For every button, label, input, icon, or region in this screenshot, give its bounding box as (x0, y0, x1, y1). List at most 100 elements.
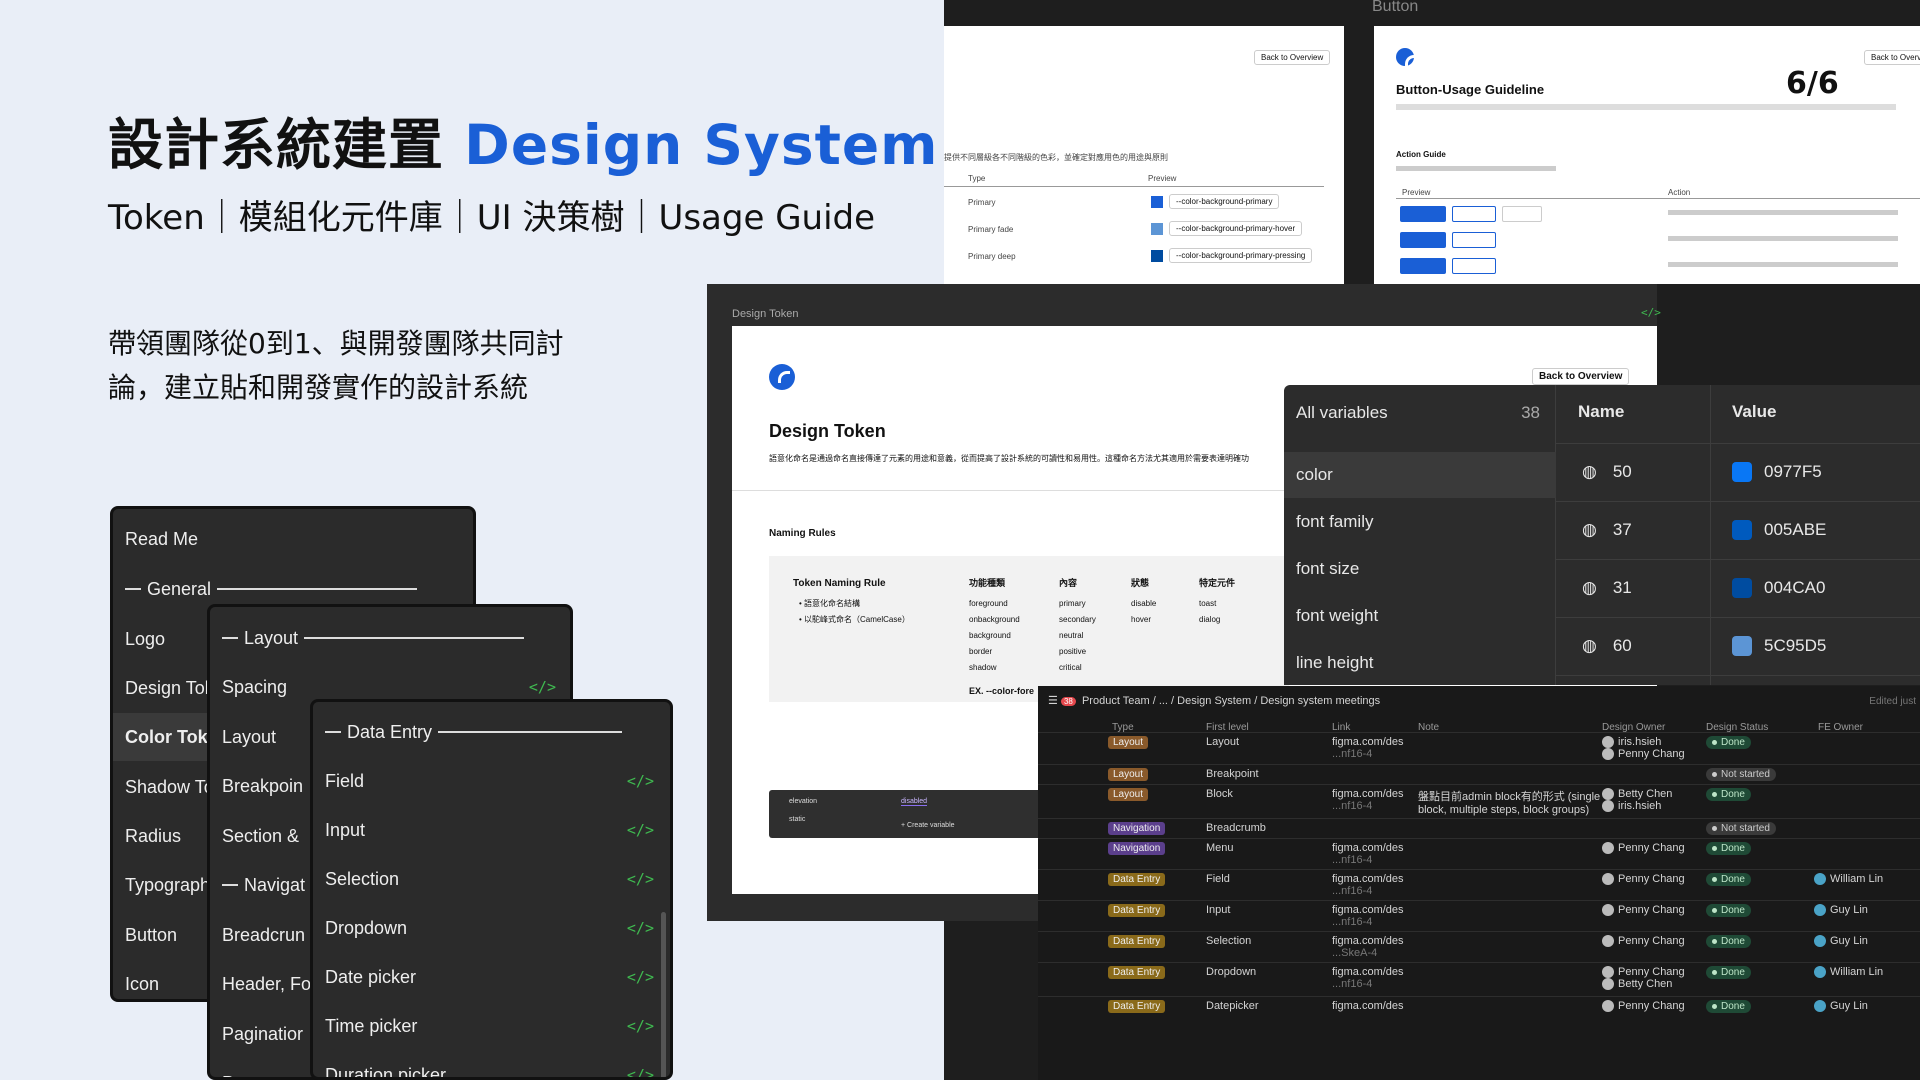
link-cell[interactable]: figma.com/des (1332, 1000, 1404, 1012)
design-status-cell[interactable]: Not started (1706, 822, 1776, 835)
variable-value-row[interactable]: 004CA0 (1710, 565, 1920, 611)
link-cell[interactable]: figma.com/des ...nf16-4 (1332, 904, 1404, 928)
variable-name-row[interactable]: ◍ 37 (1556, 507, 1710, 553)
first-level-cell[interactable]: Input (1206, 904, 1230, 916)
all-variables-row[interactable]: All variables 38 (1284, 385, 1556, 441)
design-owner-cell[interactable]: Penny Chang (1602, 1000, 1685, 1013)
sidebar-item-input[interactable]: Input </> (313, 806, 670, 854)
variable-name-row[interactable]: ◍ 60 (1556, 623, 1710, 669)
table-row[interactable]: Data Entry Field figma.com/des ...nf16-4 Pen… (1038, 869, 1920, 900)
table-row[interactable]: Data Entry Selection figma.com/des ...SkeA-… (1038, 931, 1920, 962)
variable-name-row[interactable]: ◍ 31 (1556, 565, 1710, 611)
table-row[interactable]: Data Entry Dropdown figma.com/des ...nf16-4… (1038, 962, 1920, 996)
table-row[interactable]: Layout Layout figma.com/des ...nf16-4 iris.h… (1038, 732, 1920, 764)
first-level-cell[interactable]: Selection (1206, 935, 1251, 947)
fe-owner-cell[interactable]: William Lin (1814, 966, 1883, 979)
design-owner-cell[interactable]: Penny Chang (1602, 904, 1685, 917)
menu-icon[interactable]: ☰ (1048, 695, 1058, 707)
type-cell[interactable]: Data Entry (1108, 966, 1166, 979)
variable-value-row[interactable]: 5C95D5 (1710, 623, 1920, 669)
link-text[interactable]: figma.com/des (1332, 1000, 1404, 1012)
link-text[interactable]: figma.com/des (1332, 736, 1404, 748)
link-text[interactable]: figma.com/des (1332, 873, 1404, 885)
note-cell[interactable]: 盤點目前admin block有的形式 (single block, multi… (1418, 788, 1608, 816)
first-level-cell[interactable]: Field (1206, 873, 1230, 885)
design-status-cell[interactable]: Done (1706, 966, 1751, 979)
code-icon[interactable]: </> (1641, 306, 1661, 319)
type-cell[interactable]: Navigation (1108, 822, 1166, 835)
code-icon[interactable]: </> (627, 870, 654, 888)
table-row[interactable]: Data Entry Datepicker figma.com/des Penny C… (1038, 996, 1920, 1026)
group-line-height[interactable]: line height (1284, 640, 1556, 685)
table-row[interactable]: Layout Block figma.com/des ...nf16-4 盤點目前adm… (1038, 784, 1920, 818)
group-color[interactable]: color (1284, 452, 1556, 498)
first-level-cell[interactable]: Block (1206, 788, 1233, 800)
sidebar-item-readme[interactable]: Read Me (113, 515, 473, 563)
design-status-cell[interactable]: Not started (1706, 768, 1776, 781)
breadcrumb-3[interactable]: Design System (1177, 695, 1251, 707)
back-to-overview-button-2[interactable]: Back to Overview (1864, 50, 1920, 65)
back-to-overview-button-3[interactable]: Back to Overview (1532, 368, 1630, 385)
code-icon[interactable]: </> (627, 968, 654, 986)
breadcrumb-2[interactable]: ... (1159, 695, 1168, 707)
sidebar-item-date-picker[interactable]: Date picker </> (313, 953, 670, 1001)
type-cell[interactable]: Layout (1108, 788, 1149, 801)
design-owner-cell[interactable]: Betty Chen iris.hsieh (1602, 788, 1672, 813)
link-text[interactable]: figma.com/des (1332, 935, 1404, 947)
variable-value-row[interactable]: 0977F5 (1710, 449, 1920, 495)
link-cell[interactable]: figma.com/des ...nf16-4 (1332, 788, 1404, 812)
back-to-overview-button[interactable]: Back to Overview (1254, 50, 1331, 65)
scrollbar[interactable] (661, 912, 666, 1077)
design-status-cell[interactable]: Done (1706, 736, 1751, 749)
type-cell[interactable]: Data Entry (1108, 1000, 1166, 1013)
first-level-cell[interactable]: Dropdown (1206, 966, 1256, 978)
fe-owner-cell[interactable]: Guy Lin (1814, 904, 1868, 917)
design-owner-cell[interactable]: Penny Chang Betty Chen (1602, 966, 1685, 991)
link-cell[interactable]: figma.com/des ...nf16-4 (1332, 736, 1404, 760)
design-owner-cell[interactable]: Penny Chang (1602, 873, 1685, 886)
variable-value-row[interactable]: 005ABE (1710, 507, 1920, 553)
group-font-size[interactable]: font size (1284, 546, 1556, 592)
group-font-family[interactable]: font family (1284, 499, 1556, 545)
design-owner-cell[interactable]: Penny Chang (1602, 842, 1685, 855)
sidebar-item-time-picker[interactable]: Time picker </> (313, 1002, 670, 1050)
fe-owner-cell[interactable]: William Lin (1814, 873, 1883, 886)
sidebar-item-duration-picker[interactable]: Duration picker </> (313, 1051, 670, 1078)
sidebar-item-selection[interactable]: Selection </> (313, 855, 670, 903)
type-cell[interactable]: Layout (1108, 768, 1149, 781)
breadcrumb-1[interactable]: Product Team (1082, 695, 1150, 707)
variable-name-row[interactable]: ◍ 50 (1556, 449, 1710, 495)
link-text[interactable]: figma.com/des (1332, 788, 1404, 800)
link-text[interactable]: figma.com/des (1332, 904, 1404, 916)
sidebar-item-field[interactable]: Field </> (313, 757, 670, 805)
first-level-cell[interactable]: Menu (1206, 842, 1234, 854)
design-status-cell[interactable]: Done (1706, 842, 1751, 855)
code-icon[interactable]: </> (529, 678, 556, 696)
breadcrumb-4[interactable]: Design system meetings (1260, 695, 1380, 707)
code-icon[interactable]: </> (627, 821, 654, 839)
code-icon[interactable]: </> (627, 1017, 654, 1035)
create-variable-button[interactable]: + Create variable (901, 822, 955, 829)
design-owner-cell[interactable]: Penny Chang (1602, 935, 1685, 948)
design-status-cell[interactable]: Done (1706, 873, 1751, 886)
first-level-cell[interactable]: Breadcrumb (1206, 822, 1266, 834)
link-text[interactable]: figma.com/des (1332, 966, 1404, 978)
first-level-cell[interactable]: Breakpoint (1206, 768, 1259, 780)
type-cell[interactable]: Layout (1108, 736, 1149, 749)
design-owner-cell[interactable]: iris.hsieh Penny Chang (1602, 736, 1685, 761)
group-font-weight[interactable]: font weight (1284, 593, 1556, 639)
type-cell[interactable]: Data Entry (1108, 935, 1166, 948)
link-cell[interactable]: figma.com/des ...nf16-4 (1332, 966, 1404, 990)
disabled-chip[interactable]: disabled (901, 798, 928, 806)
link-cell[interactable]: figma.com/des ...nf16-4 (1332, 842, 1404, 866)
type-cell[interactable]: Data Entry (1108, 873, 1166, 886)
design-status-cell[interactable]: Done (1706, 1000, 1751, 1013)
design-status-cell[interactable]: Done (1706, 904, 1751, 917)
first-level-cell[interactable]: Datepicker (1206, 1000, 1259, 1012)
table-row[interactable]: Layout Breakpoint Not started (1038, 764, 1920, 784)
link-cell[interactable]: figma.com/des ...SkeA-4 (1332, 935, 1404, 959)
design-status-cell[interactable]: Done (1706, 935, 1751, 948)
first-level-cell[interactable]: Layout (1206, 736, 1239, 748)
sidebar-item-dropdown[interactable]: Dropdown </> (313, 904, 670, 952)
fe-owner-cell[interactable]: Guy Lin (1814, 935, 1868, 948)
